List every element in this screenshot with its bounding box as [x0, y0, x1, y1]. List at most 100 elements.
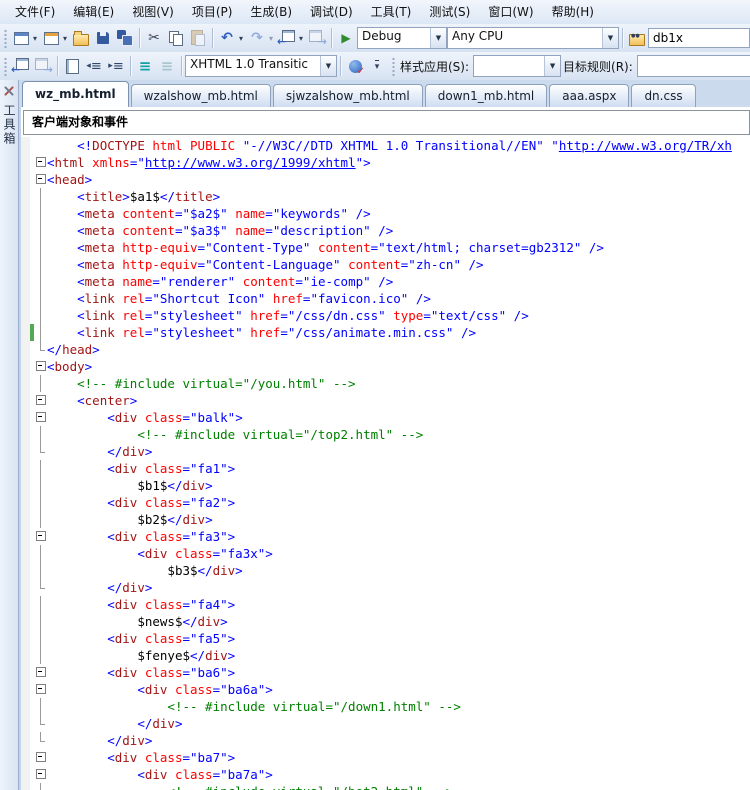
chevron-down-icon[interactable]: ▾ [267, 34, 275, 43]
code-line: $fenye$</div> [21, 647, 750, 664]
indicator-margin [21, 205, 30, 222]
indicator-margin [21, 137, 30, 154]
menu-item-2[interactable]: 编辑(E) [64, 0, 123, 24]
menu-item-3[interactable]: 视图(V) [123, 0, 183, 24]
increase-indent-button[interactable] [105, 54, 127, 78]
code-text: <title>$a1$</title> [47, 188, 750, 205]
code-text: $fenye$</div> [47, 647, 750, 664]
new-project-button[interactable]: ▾ [10, 26, 40, 50]
toolbar-grip[interactable] [2, 28, 7, 48]
target-rule-label: 目标规则(R): [563, 58, 633, 75]
code-line: <!-- #include virtual="/top2.html" --> [21, 426, 750, 443]
undo-button[interactable]: ▾ [216, 26, 246, 50]
toolbar-options-button[interactable] [366, 54, 388, 78]
code-text: <center> [47, 392, 750, 409]
code-line: <div class="balk"> [21, 409, 750, 426]
fold-toggle-icon[interactable] [34, 681, 47, 698]
fold-toggle-icon[interactable] [34, 154, 47, 171]
toolbar-separator [57, 56, 58, 76]
target-rule-select[interactable]: ▼ [637, 55, 750, 77]
code-text: <meta content="$a2$" name="keywords" /> [47, 205, 750, 222]
format-document-button[interactable] [134, 54, 156, 78]
save-button[interactable] [92, 26, 114, 50]
menu-item-10[interactable]: 帮助(H) [543, 0, 603, 24]
check-page-accessibility-button[interactable] [344, 54, 366, 78]
view-backward-button[interactable] [10, 54, 32, 78]
tab-aaa.aspx[interactable]: aaa.aspx [549, 84, 629, 107]
document-tab-strip: wz_mb.htmlwzalshow_mb.htmlsjwzalshow_mb.… [19, 80, 750, 108]
code-text: <html xmlns="http://www.w3.org/1999/xhtm… [47, 154, 750, 171]
fold-toggle-icon[interactable] [34, 409, 47, 426]
fold-toggle-icon[interactable] [34, 358, 47, 375]
navigate-backward-button[interactable]: ▾ [276, 26, 306, 50]
client-objects-dropdown[interactable]: 客户端对象和事件 [23, 110, 750, 135]
toolbar-separator [331, 28, 332, 48]
debug-configuration-select[interactable]: Debug▼ [357, 27, 447, 49]
style-apply-select[interactable]: ▼ [473, 55, 561, 77]
code-editor[interactable]: <!DOCTYPE html PUBLIC "-//W3C//DTD XHTML… [21, 137, 750, 790]
add-item-icon [41, 28, 61, 48]
menu-item-8[interactable]: 测试(S) [420, 0, 479, 24]
fold-toggle-icon[interactable] [34, 664, 47, 681]
fold-toggle-icon[interactable] [34, 766, 47, 783]
fold-margin [34, 545, 47, 562]
chevron-down-icon[interactable]: ▾ [31, 34, 39, 43]
open-file-button[interactable] [70, 26, 92, 50]
indicator-margin [21, 477, 30, 494]
tab-sjwzalshow_mb.html[interactable]: sjwzalshow_mb.html [273, 84, 423, 107]
menu-item-1[interactable]: 文件(F) [6, 0, 64, 24]
view-forward-icon [33, 56, 53, 76]
code-text: <div class="balk"> [47, 409, 750, 426]
code-text: <meta content="$a3$" name="description" … [47, 222, 750, 239]
tab-wzalshow_mb.html[interactable]: wzalshow_mb.html [131, 84, 271, 107]
indicator-margin [21, 273, 30, 290]
tab-wz_mb.html[interactable]: wz_mb.html [22, 81, 129, 107]
chevron-down-icon[interactable]: ▾ [61, 34, 69, 43]
chevron-down-icon[interactable]: ▼ [320, 56, 336, 76]
chevron-down-icon[interactable]: ▾ [237, 34, 245, 43]
navigate-forward-button [306, 26, 328, 50]
chevron-down-icon[interactable]: ▼ [430, 28, 446, 48]
fold-toggle-icon[interactable] [34, 392, 47, 409]
indicator-margin [21, 766, 30, 783]
fold-toggle-icon[interactable] [34, 749, 47, 766]
decrease-indent-button[interactable] [83, 54, 105, 78]
source-properties-button[interactable] [61, 54, 83, 78]
code-text: <div class="fa3"> [47, 528, 750, 545]
menu-item-4[interactable]: 项目(P) [183, 0, 242, 24]
find-combo-input[interactable] [648, 28, 750, 48]
indicator-margin [21, 358, 30, 375]
indicator-margin [21, 579, 30, 596]
start-debugging-button[interactable] [335, 26, 357, 50]
copy-button[interactable] [165, 26, 187, 50]
tab-down1_mb.html[interactable]: down1_mb.html [425, 84, 547, 107]
menu-item-7[interactable]: 工具(T) [362, 0, 421, 24]
code-text: <div class="ba7a"> [47, 766, 750, 783]
save-all-button[interactable] [114, 26, 136, 50]
cut-button[interactable] [143, 26, 165, 50]
chevron-down-icon[interactable]: ▼ [544, 56, 560, 76]
toolbox-collapsed-strip[interactable]: 工具箱 [0, 80, 19, 790]
code-line: </head> [21, 341, 750, 358]
code-line: <div class="fa2"> [21, 494, 750, 511]
toolbar-grip[interactable] [390, 56, 395, 76]
code-text: <!DOCTYPE html PUBLIC "-//W3C//DTD XHTML… [47, 137, 750, 154]
toolbar-grip[interactable] [2, 56, 7, 76]
fold-toggle-icon[interactable] [34, 528, 47, 545]
menu-item-5[interactable]: 生成(B) [241, 0, 301, 24]
code-text: <!-- #include virtual="/you.html" --> [47, 375, 750, 392]
code-text: <meta name="renderer" content="ie-comp" … [47, 273, 750, 290]
find-in-files-button[interactable] [626, 26, 648, 50]
tab-dn.css[interactable]: dn.css [631, 84, 695, 107]
chevron-down-icon[interactable]: ▾ [297, 34, 305, 43]
chevron-down-icon[interactable]: ▼ [602, 28, 618, 48]
menu-item-9[interactable]: 窗口(W) [479, 0, 542, 24]
doctype-select[interactable]: XHTML 1.0 Transitic▼ [185, 55, 337, 77]
solution-platform-select[interactable]: Any CPU▼ [447, 27, 619, 49]
add-item-button[interactable]: ▾ [40, 26, 70, 50]
format-selection-button [156, 54, 178, 78]
navigate-forward-icon [307, 28, 327, 48]
menu-item-6[interactable]: 调试(D) [301, 0, 362, 24]
fold-toggle-icon[interactable] [34, 171, 47, 188]
code-text: <div class="fa1"> [47, 460, 750, 477]
